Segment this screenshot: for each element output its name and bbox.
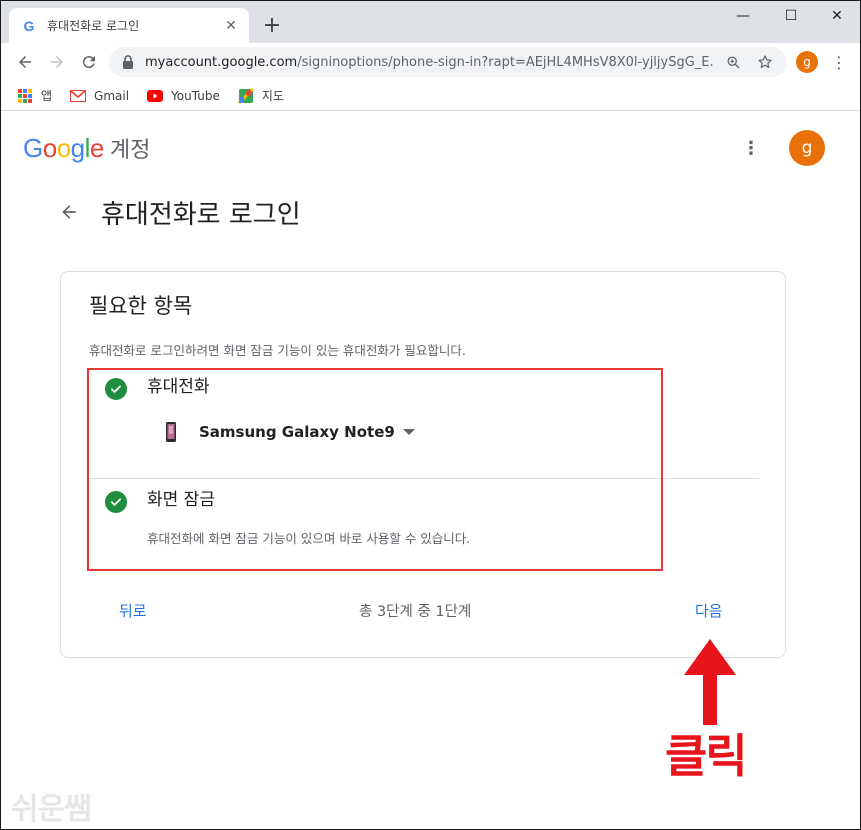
reload-icon — [82, 56, 95, 69]
back-button[interactable] — [11, 48, 39, 76]
bookmark-star-icon[interactable] — [753, 50, 777, 74]
url-text: myaccount.google.com/signinoptions/phone… — [145, 55, 713, 70]
page-content: Google 계정 ⋮ g 휴대전화로 로그인 필요한 항목 휴대전화로 로그인… — [1, 112, 860, 829]
bookmark-label: Gmail — [94, 88, 130, 103]
bookmark-gmail[interactable]: Gmail — [70, 88, 129, 104]
maps-icon — [237, 87, 254, 104]
profile-avatar[interactable]: g — [796, 51, 818, 73]
maximize-button[interactable]: ☐ — [768, 3, 814, 29]
bookmark-label: YouTube — [171, 88, 220, 103]
address-bar[interactable]: myaccount.google.com/signinoptions/phone… — [109, 47, 787, 77]
annotation-arrow-icon — [684, 639, 736, 725]
google-favicon-icon: G — [23, 17, 35, 34]
step-indicator: 총 3단계 중 1단계 — [359, 604, 472, 620]
annotation-highlight-box — [87, 368, 663, 571]
url-host: myaccount.google.com — [145, 54, 298, 70]
account-avatar[interactable]: g — [789, 130, 825, 166]
more-options-icon[interactable]: ⋮ — [739, 136, 763, 160]
google-logo: Google — [23, 133, 104, 163]
browser-toolbar: myaccount.google.com/signinoptions/phone… — [1, 43, 860, 81]
next-button[interactable]: 다음 — [695, 600, 723, 621]
requirements-card: 필요한 항목 휴대전화로 로그인하려면 화면 잠금 기능이 있는 휴대전화가 필… — [60, 271, 786, 658]
arrow-right-icon — [51, 56, 63, 68]
product-name: 계정 — [109, 138, 151, 163]
apps-icon — [17, 88, 33, 104]
browser-menu-icon[interactable]: ⋮ — [829, 51, 849, 73]
arrow-left-icon — [62, 205, 76, 219]
back-button[interactable]: 뒤로 — [119, 600, 147, 621]
tab-phone-sign-in[interactable]: G 휴대전화로 로그인 ✕ — [9, 8, 249, 43]
lock-icon[interactable] — [121, 55, 135, 69]
forward-button[interactable] — [43, 48, 71, 76]
bookmark-youtube[interactable]: YouTube — [147, 88, 220, 104]
browser-window: G 휴대전화로 로그인 ✕ + — ☐ ✕ myaccount.google.c… — [0, 0, 861, 830]
google-account-logo[interactable]: Google 계정 — [23, 132, 150, 164]
page-back-button[interactable] — [57, 200, 81, 224]
card-title: 필요한 항목 — [89, 294, 193, 318]
reload-button[interactable] — [75, 48, 103, 76]
tab-title: 휴대전화로 로그인 — [47, 19, 140, 33]
new-tab-button[interactable]: + — [259, 13, 285, 39]
zoom-icon[interactable] — [721, 50, 745, 74]
watermark: 쉬운쌤 — [11, 792, 92, 827]
annotation-click-label: 클릭 — [665, 729, 748, 783]
gmail-icon — [70, 88, 87, 104]
bookmark-apps[interactable]: 앱 — [17, 87, 52, 104]
bookmark-maps[interactable]: 지도 — [237, 87, 284, 104]
arrow-left-icon — [19, 56, 31, 68]
bookmarks-bar: 앱 Gmail YouTube 지도 — [1, 81, 860, 111]
card-description: 휴대전화로 로그인하려면 화면 잠금 기능이 있는 휴대전화가 필요합니다. — [89, 343, 466, 358]
close-window-button[interactable]: ✕ — [814, 3, 860, 29]
page-title: 휴대전화로 로그인 — [101, 200, 301, 230]
youtube-icon — [147, 88, 164, 104]
tab-strip: G 휴대전화로 로그인 ✕ + — ☐ ✕ — [1, 1, 860, 43]
bookmark-label: 지도 — [261, 89, 284, 103]
url-path: /signinoptions/phone-sign-in?rapt=AEjHL4… — [297, 54, 713, 70]
minimize-button[interactable]: — — [720, 3, 766, 29]
bookmark-label: 앱 — [41, 89, 53, 103]
close-tab-icon[interactable]: ✕ — [223, 18, 239, 34]
